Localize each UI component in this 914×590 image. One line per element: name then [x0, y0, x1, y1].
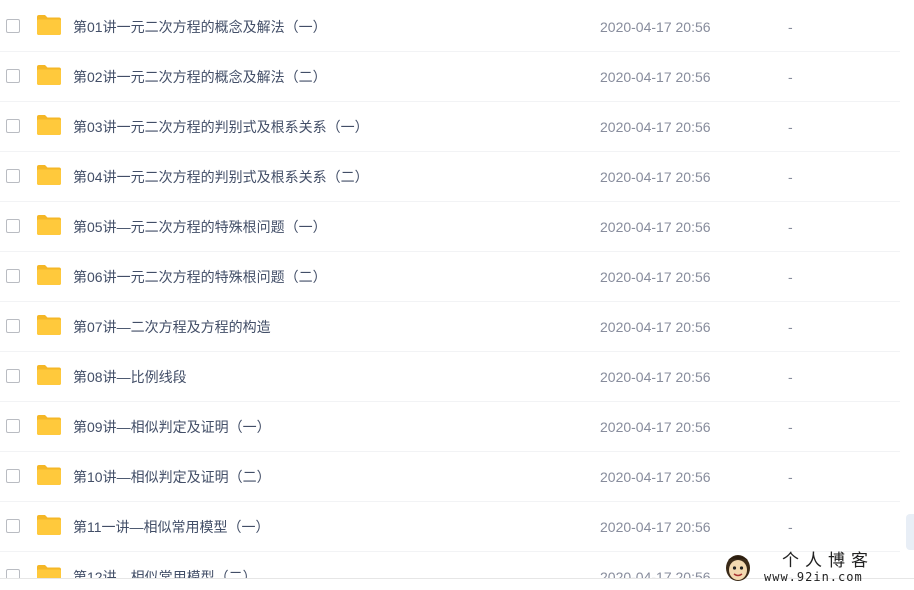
folder-icon[interactable]	[36, 364, 62, 386]
folder-icon[interactable]	[36, 414, 62, 436]
file-row[interactable]: 第05讲—元二次方程的特殊根问题（一） 2020-04-17 20:56 -	[0, 202, 900, 252]
scrollbar-handle[interactable]	[906, 514, 914, 550]
file-name-link[interactable]: 第02讲一元二次方程的概念及解法（二）	[73, 68, 327, 86]
file-name-link[interactable]: 第08讲—比例线段	[73, 368, 187, 386]
file-modified-date: 2020-04-17 20:56	[600, 469, 711, 485]
file-name-link[interactable]: 第05讲—元二次方程的特殊根问题（一）	[73, 218, 327, 236]
checkbox-icon[interactable]	[6, 519, 20, 533]
file-name-link[interactable]: 第01讲一元二次方程的概念及解法（一）	[73, 18, 327, 36]
folder-icon[interactable]	[36, 214, 62, 236]
watermark-title: 个人博客	[782, 551, 874, 571]
folder-icon[interactable]	[36, 564, 62, 578]
file-modified-date: 2020-04-17 20:56	[600, 19, 711, 35]
file-modified-date: 2020-04-17 20:56	[600, 419, 711, 435]
file-row[interactable]: 第08讲—比例线段 2020-04-17 20:56 -	[0, 352, 900, 402]
checkbox-icon[interactable]	[6, 69, 20, 83]
file-name-link[interactable]: 第07讲—二次方程及方程的构造	[73, 318, 271, 336]
file-size: -	[788, 119, 793, 135]
file-rows: 第01讲一元二次方程的概念及解法（一） 2020-04-17 20:56- 第02讲…	[0, 2, 900, 578]
file-size: -	[788, 519, 793, 535]
checkbox-icon[interactable]	[6, 269, 20, 283]
folder-icon[interactable]	[36, 264, 62, 286]
checkbox-icon[interactable]	[6, 469, 20, 483]
file-name-link[interactable]: 第12讲—相似常用模型（二）	[73, 568, 257, 578]
file-modified-date: 2020-04-17 20:56	[600, 219, 711, 235]
file-row[interactable]: 第07讲—二次方程及方程的构造 2020-04-17 20:56 -	[0, 302, 900, 352]
file-name-link[interactable]: 第09讲—相似判定及证明（一）	[73, 418, 271, 436]
file-modified-date: 2020-04-17 20:56	[600, 119, 711, 135]
file-row[interactable]: 第01讲一元二次方程的概念及解法（一） 2020-04-17 20:56 -	[0, 2, 900, 52]
file-size: -	[788, 319, 793, 335]
folder-icon[interactable]	[36, 164, 62, 186]
file-name-link[interactable]: 第06讲一元二次方程的特殊根问题（二）	[73, 268, 327, 286]
file-name-link[interactable]: 第11一讲—相似常用模型（一）	[73, 518, 270, 536]
file-size: -	[788, 419, 793, 435]
checkbox-icon[interactable]	[6, 369, 20, 383]
file-modified-date: 2020-04-17 20:56	[600, 269, 711, 285]
file-row[interactable]: 第03讲一元二次方程的判别式及根系关系（一） 2020-04-17 20:56 -	[0, 102, 900, 152]
folder-icon[interactable]	[36, 114, 62, 136]
file-modified-date: 2020-04-17 20:56	[600, 169, 711, 185]
file-modified-date: 2020-04-17 20:56	[600, 69, 711, 85]
checkbox-icon[interactable]	[6, 119, 20, 133]
file-row[interactable]: 第10讲—相似判定及证明（二） 2020-04-17 20:56 -	[0, 452, 900, 502]
file-row[interactable]: 第02讲一元二次方程的概念及解法（二） 2020-04-17 20:56 -	[0, 52, 900, 102]
file-row[interactable]: 第11一讲—相似常用模型（一） 2020-04-17 20:56 -	[0, 502, 900, 552]
file-size: -	[788, 219, 793, 235]
file-modified-date: 2020-04-17 20:56	[600, 519, 711, 535]
file-modified-date: 2020-04-17 20:56	[600, 369, 711, 385]
folder-icon[interactable]	[36, 464, 62, 486]
file-modified-date: 2020-04-17 20:56	[600, 319, 711, 335]
watermark: 个人博客 www.92in.com	[724, 550, 914, 590]
checkbox-icon[interactable]	[6, 319, 20, 333]
file-size: -	[788, 169, 793, 185]
file-size: -	[788, 69, 793, 85]
file-row[interactable]: 第04讲一元二次方程的判别式及根系关系（二） 2020-04-17 20:56 -	[0, 152, 900, 202]
file-size: -	[788, 269, 793, 285]
checkbox-icon[interactable]	[6, 569, 20, 578]
file-size: -	[788, 19, 793, 35]
file-list: 第01讲一元二次方程的概念及解法（一） 2020-04-17 20:56- 第02讲…	[0, 2, 900, 578]
checkbox-icon[interactable]	[6, 419, 20, 433]
file-size: -	[788, 469, 793, 485]
file-row[interactable]: 第06讲一元二次方程的特殊根问题（二） 2020-04-17 20:56 -	[0, 252, 900, 302]
file-name-link[interactable]: 第10讲—相似判定及证明（二）	[73, 468, 271, 486]
file-modified-date: 2020-04-17 20:56	[600, 569, 711, 578]
checkbox-icon[interactable]	[6, 19, 20, 33]
file-name-link[interactable]: 第04讲一元二次方程的判别式及根系关系（二）	[73, 168, 369, 186]
folder-icon[interactable]	[36, 314, 62, 336]
checkbox-icon[interactable]	[6, 169, 20, 183]
avatar-icon	[724, 552, 752, 582]
folder-icon[interactable]	[36, 64, 62, 86]
watermark-url: www.92in.com	[764, 570, 863, 584]
file-row[interactable]: 第09讲—相似判定及证明（一） 2020-04-17 20:56 -	[0, 402, 900, 452]
checkbox-icon[interactable]	[6, 219, 20, 233]
file-size: -	[788, 369, 793, 385]
folder-icon[interactable]	[36, 14, 62, 36]
file-name-link[interactable]: 第03讲一元二次方程的判别式及根系关系（一）	[73, 118, 369, 136]
folder-icon[interactable]	[36, 514, 62, 536]
